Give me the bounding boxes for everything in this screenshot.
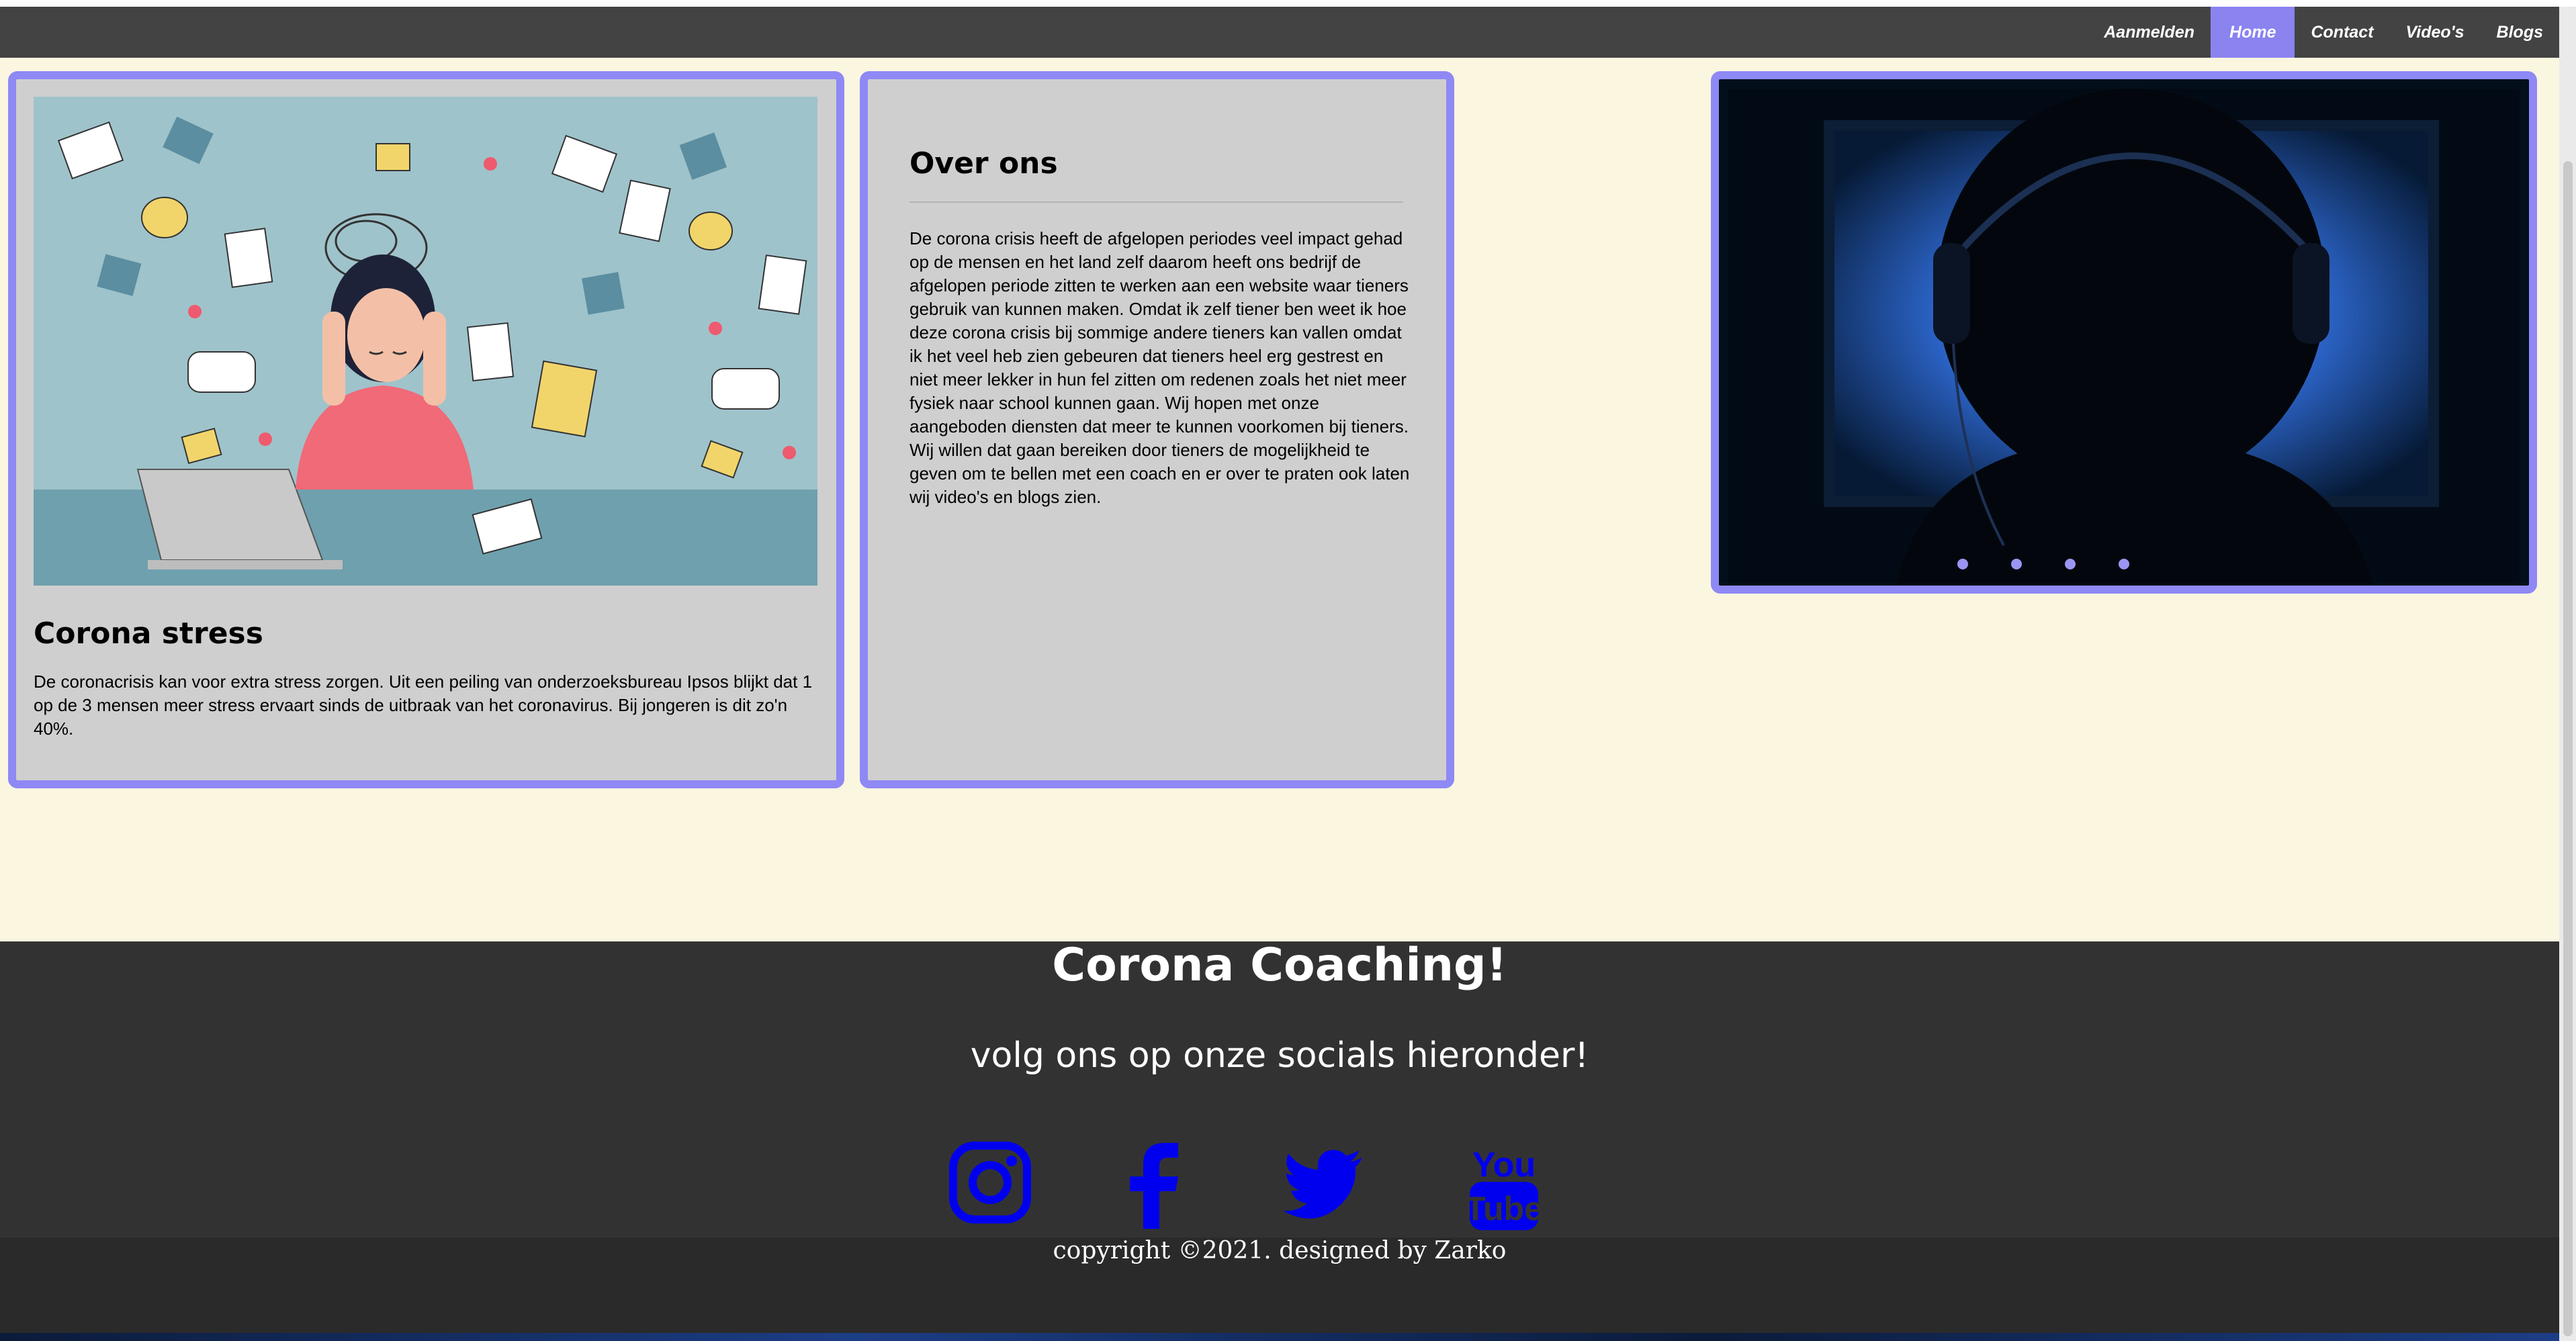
card-title-over-ons: Over ons	[909, 146, 1058, 181]
card-text-corona-stress: De coronacrisis kan voor extra stress zo…	[34, 672, 813, 739]
social-links: You Tube	[0, 1142, 2559, 1236]
divider-line	[909, 201, 1403, 203]
slider-dots	[1728, 559, 2520, 569]
card-text-over-ons: De corona crisis heeft de afgelopen peri…	[909, 228, 1410, 507]
nav-item-videos[interactable]: Video's	[2390, 7, 2481, 58]
svg-text:You: You	[1472, 1146, 1536, 1185]
youtube-icon[interactable]: You Tube	[1465, 1142, 1543, 1236]
slider-dot[interactable]	[2065, 559, 2076, 569]
scrollbar-thumb[interactable]	[2563, 161, 2573, 1336]
image-slider-card[interactable]	[1711, 71, 2537, 594]
nav-item-blogs[interactable]: Blogs	[2481, 7, 2559, 58]
silhouette-headphones-photo	[1728, 89, 2520, 584]
instagram-icon[interactable]	[949, 1142, 1031, 1227]
footer-title: Corona Coaching!	[1052, 939, 1507, 992]
top-navbar: Aanmelden Home Contact Video's Blogs	[0, 7, 2559, 58]
copyright-text: copyright ©2021. designed by Zarko	[1053, 1237, 1507, 1264]
card-title-corona-stress: Corona stress	[34, 616, 263, 651]
browser-top-edge	[0, 0, 2576, 7]
nav-item-contact[interactable]: Contact	[2295, 7, 2389, 58]
slider-dot[interactable]	[2119, 559, 2129, 569]
slider-dot[interactable]	[2011, 559, 2022, 569]
over-ons-card: Over ons De corona crisis heeft de afgel…	[860, 71, 1454, 788]
slider-dot[interactable]	[1957, 559, 1968, 569]
page-footer: Corona Coaching! volg ons op onze social…	[0, 939, 2559, 1341]
footer-subtitle: volg ons op onze socials hieronder!	[970, 1035, 1589, 1076]
desktop-taskbar-edge	[0, 1333, 2559, 1341]
page-scrollbar[interactable]	[2559, 7, 2576, 1341]
stressed-teen-illustration	[34, 97, 817, 586]
nav-item-aanmelden[interactable]: Aanmelden	[2088, 7, 2211, 58]
facebook-icon[interactable]	[1128, 1142, 1180, 1232]
svg-text:Tube: Tube	[1467, 1190, 1541, 1228]
nav-item-home[interactable]: Home	[2211, 7, 2295, 58]
twitter-icon[interactable]	[1283, 1150, 1364, 1223]
corona-stress-card: Corona stress De coronacrisis kan voor e…	[8, 71, 844, 788]
